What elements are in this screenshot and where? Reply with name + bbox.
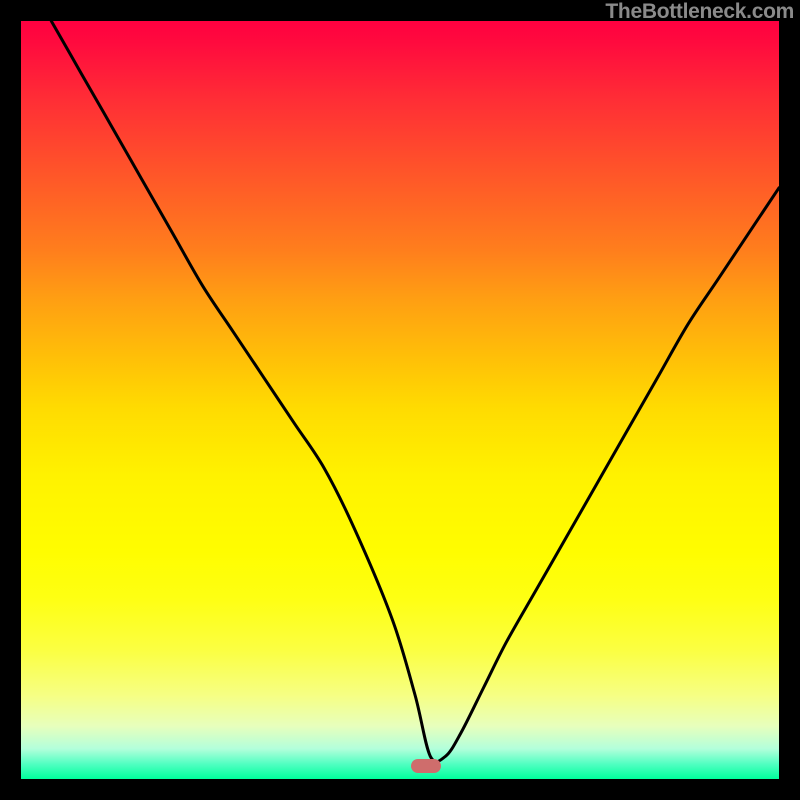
plot-area	[21, 21, 779, 779]
bottleneck-curve	[21, 21, 779, 779]
optimal-marker	[411, 759, 441, 773]
watermark-text: TheBottleneck.com	[605, 0, 794, 24]
